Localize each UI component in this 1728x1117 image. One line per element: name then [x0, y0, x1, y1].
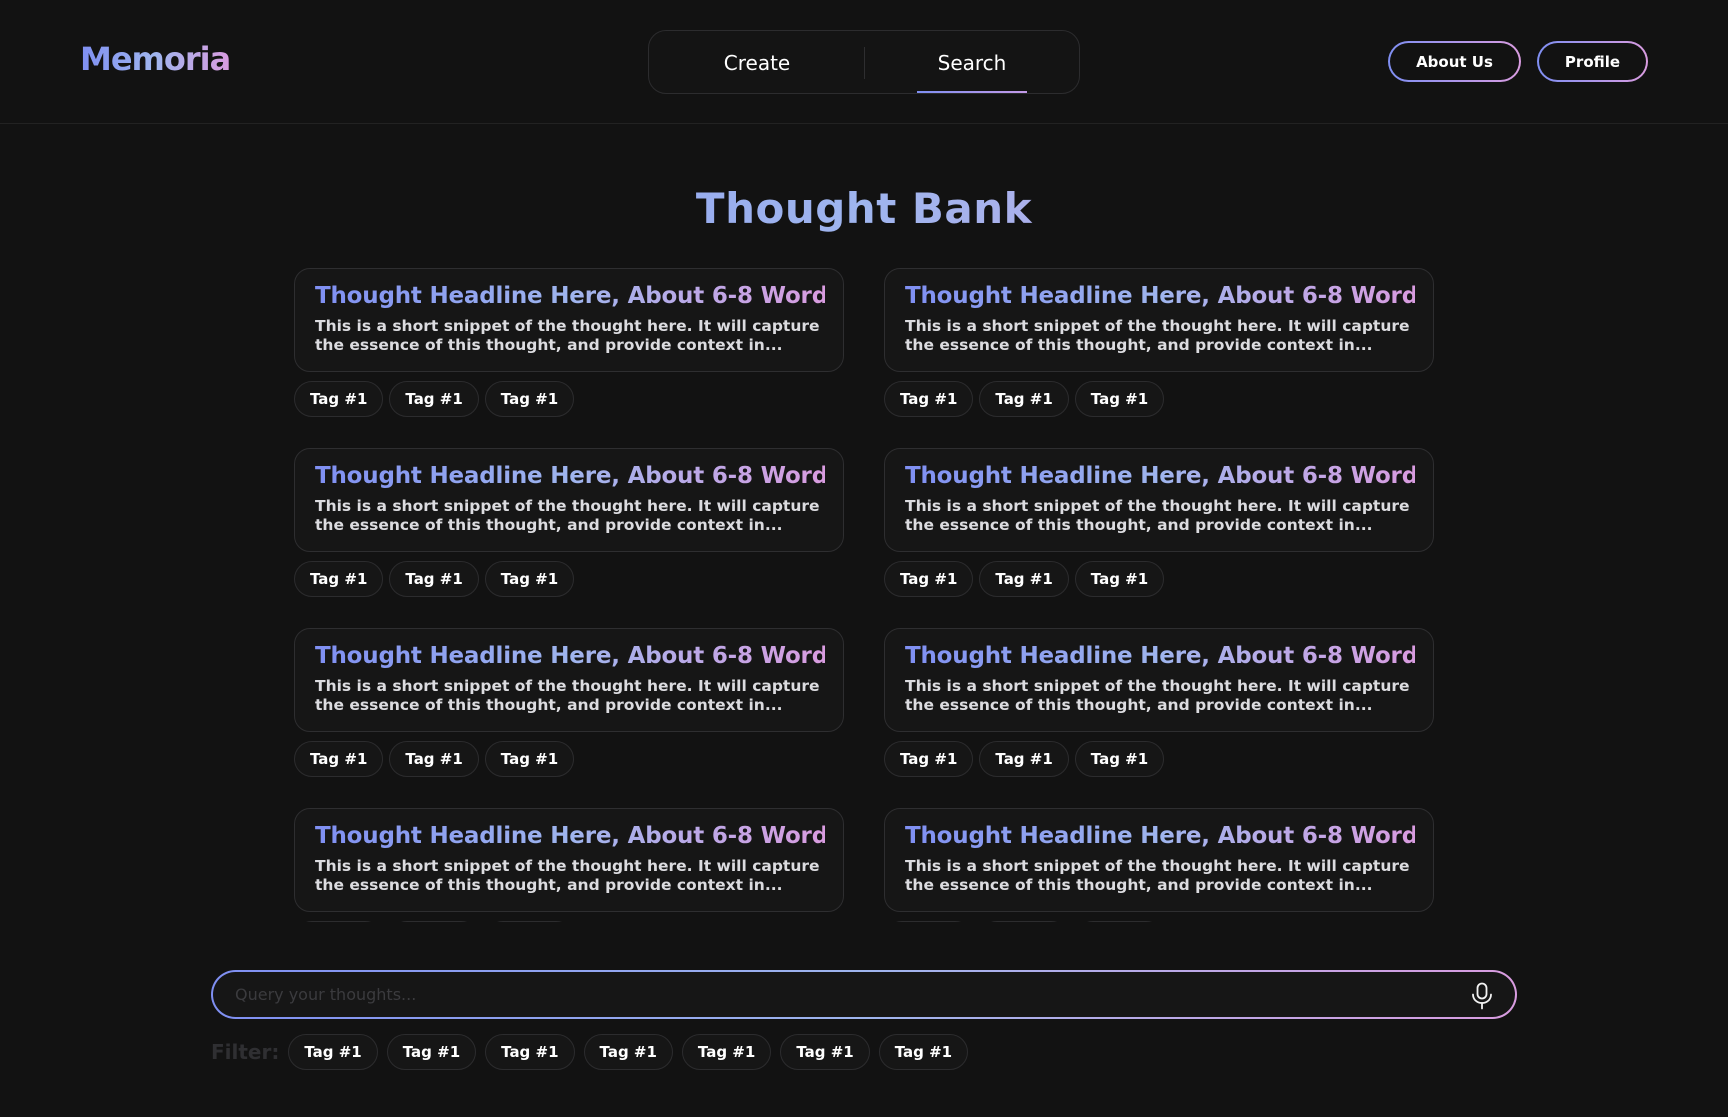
top-header: Memoria Create Search About Us Profile — [0, 0, 1728, 124]
tag-chip[interactable]: Tag #1 — [979, 561, 1069, 597]
thought-headline: Thought Headline Here, About 6-8 Words. — [905, 643, 1434, 669]
filter-tag-chip[interactable]: Tag #1 — [583, 1034, 673, 1070]
filter-tag-chip[interactable]: Tag #1 — [288, 1034, 378, 1070]
microphone-icon[interactable] — [1469, 982, 1495, 1010]
thought-headline: Thought Headline Here, About 6-8 Words. — [905, 463, 1434, 489]
thought-grid: Thought Headline Here, About 6-8 Words. T… — [294, 268, 1434, 922]
thought-item: Thought Headline Here, About 6-8 Words. T… — [884, 628, 1434, 808]
thought-card[interactable]: Thought Headline Here, About 6-8 Words. T… — [294, 808, 850, 912]
thought-tags: Tag #1Tag #1Tag #1 — [884, 561, 1165, 597]
thought-headline: Thought Headline Here, About 6-8 Words. — [315, 463, 850, 489]
filter-tag-chip[interactable]: Tag #1 — [386, 1034, 477, 1070]
filter-row: Filter: Tag #1 Tag #1 Tag #1 Tag #1 Tag #1 Ta… — [211, 1034, 969, 1070]
thought-tags: Tag #1Tag #1Tag #1 — [294, 381, 575, 417]
tag-chip[interactable]: Tag #1 — [389, 381, 479, 417]
thought-snippet: This is a short snippet of the thought h… — [905, 497, 1410, 534]
tag-chip[interactable]: Tag #1 — [294, 741, 384, 777]
thought-snippet: This is a short snippet of the thought h… — [315, 677, 820, 714]
active-tab-underline — [917, 91, 1027, 93]
tag-chip[interactable]: Tag #1 — [484, 381, 575, 417]
thought-card[interactable]: Thought Headline Here, About 6-8 Words. T… — [884, 808, 1434, 912]
about-us-button[interactable]: About Us — [1388, 41, 1521, 82]
tab-create-label: Create — [723, 51, 791, 75]
thought-snippet: This is a short snippet of the thought h… — [905, 857, 1410, 894]
thought-tags: Tag #1 Tag #1 Tag #1 — [884, 921, 1165, 922]
nav-divider — [864, 47, 865, 79]
tab-search[interactable]: Search — [892, 31, 1052, 95]
thought-snippet: This is a short snippet of the thought h… — [905, 317, 1410, 354]
thought-snippet: This is a short snippet of the thought h… — [315, 857, 820, 894]
filter-tag-chip[interactable]: Tag #1 — [485, 1034, 575, 1070]
thought-headline: Thought Headline Here, About 6-8 Words. — [315, 283, 850, 309]
thought-headline: Thought Headline Here, About 6-8 Words. — [905, 283, 1434, 309]
thought-card[interactable]: Thought Headline Here, About 6-8 Words. T… — [884, 628, 1434, 732]
thought-tags: Tag #1Tag #1Tag #1 — [294, 741, 575, 777]
about-us-label: About Us — [1390, 43, 1519, 80]
page-title: Thought Bank — [0, 184, 1728, 233]
tag-chip[interactable]: Tag #1 — [884, 561, 974, 597]
tag-chip[interactable]: Tag #1 — [294, 561, 384, 597]
thought-item: Thought Headline Here, About 6-8 Words. T… — [884, 448, 1434, 628]
thought-card[interactable]: Thought Headline Here, About 6-8 Words. T… — [294, 448, 850, 552]
thought-tags: Tag #1 Tag #1 Tag #1 — [294, 921, 575, 922]
tag-chip[interactable]: Tag #1 — [389, 561, 479, 597]
thought-tags: Tag #1Tag #1Tag #1 — [294, 561, 575, 597]
filter-tag-chip[interactable]: Tag #1 — [681, 1034, 772, 1070]
thought-snippet: This is a short snippet of the thought h… — [315, 497, 820, 534]
memoria-logo[interactable]: Memoria — [80, 40, 231, 78]
tag-chip[interactable]: Tag #1 — [1074, 381, 1165, 417]
thought-card[interactable]: Thought Headline Here, About 6-8 Words. T… — [884, 448, 1434, 552]
thought-item: Thought Headline Here, About 6-8 Words. T… — [294, 448, 850, 628]
tag-chip[interactable]: Tag #1 — [294, 381, 384, 417]
thought-snippet: This is a short snippet of the thought h… — [905, 677, 1410, 714]
tab-search-label: Search — [937, 51, 1007, 75]
tag-chip[interactable]: Tag #1 — [979, 381, 1069, 417]
tag-chip[interactable]: Tag #1 — [1074, 741, 1165, 777]
query-bar — [211, 970, 1517, 1019]
thought-item: Thought Headline Here, About 6-8 Words. T… — [294, 808, 850, 922]
tag-chip[interactable]: Tag #1 — [884, 741, 974, 777]
tag-chip[interactable]: Tag #1 — [979, 921, 1069, 922]
thought-item: Thought Headline Here, About 6-8 Words. T… — [294, 628, 850, 808]
tag-chip[interactable]: Tag #1 — [484, 921, 575, 922]
thought-card[interactable]: Thought Headline Here, About 6-8 Words. T… — [884, 268, 1434, 372]
filter-label: Filter: — [211, 1040, 280, 1064]
thought-headline: Thought Headline Here, About 6-8 Words. — [905, 823, 1434, 849]
thought-card[interactable]: Thought Headline Here, About 6-8 Words. T… — [294, 268, 850, 372]
tag-chip[interactable]: Tag #1 — [884, 381, 974, 417]
tag-chip[interactable]: Tag #1 — [1074, 561, 1165, 597]
thought-item: Thought Headline Here, About 6-8 Words. T… — [884, 268, 1434, 448]
tag-chip[interactable]: Tag #1 — [884, 921, 974, 922]
tag-chip[interactable]: Tag #1 — [389, 741, 479, 777]
tag-chip[interactable]: Tag #1 — [1074, 921, 1165, 922]
thought-card[interactable]: Thought Headline Here, About 6-8 Words. T… — [294, 628, 850, 732]
tag-chip[interactable]: Tag #1 — [484, 741, 575, 777]
tag-chip[interactable]: Tag #1 — [294, 921, 384, 922]
tag-chip[interactable]: Tag #1 — [389, 921, 479, 922]
profile-label: Profile — [1539, 43, 1646, 80]
tag-chip[interactable]: Tag #1 — [484, 561, 575, 597]
thought-headline: Thought Headline Here, About 6-8 Words. — [315, 823, 850, 849]
thought-item: Thought Headline Here, About 6-8 Words. T… — [884, 808, 1434, 922]
thought-snippet: This is a short snippet of the thought h… — [315, 317, 820, 354]
profile-button[interactable]: Profile — [1537, 41, 1648, 82]
thought-item: Thought Headline Here, About 6-8 Words. T… — [294, 268, 850, 448]
thought-tags: Tag #1Tag #1Tag #1 — [884, 381, 1165, 417]
tag-chip[interactable]: Tag #1 — [979, 741, 1069, 777]
filter-tag-chip[interactable]: Tag #1 — [878, 1034, 969, 1070]
main-nav: Create Search — [648, 30, 1080, 94]
thought-headline: Thought Headline Here, About 6-8 Words. — [315, 643, 850, 669]
thought-tags: Tag #1Tag #1Tag #1 — [884, 741, 1165, 777]
tab-create[interactable]: Create — [677, 31, 837, 95]
query-input[interactable] — [235, 972, 1435, 1017]
filter-tag-chip[interactable]: Tag #1 — [780, 1034, 870, 1070]
